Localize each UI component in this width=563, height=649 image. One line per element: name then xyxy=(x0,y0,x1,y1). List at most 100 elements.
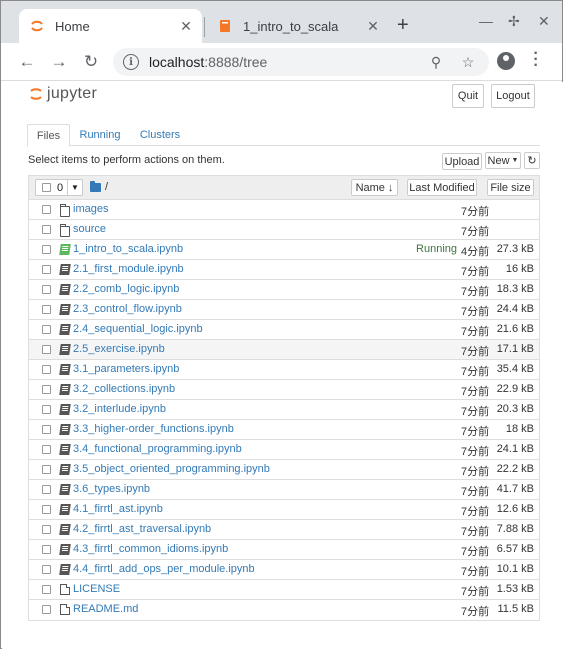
item-name-link[interactable]: 4.1_firrtl_ast.ipynb xyxy=(73,503,163,515)
selected-count: 0 xyxy=(57,181,64,194)
item-checkbox[interactable] xyxy=(42,465,51,474)
list-item[interactable]: 4.4_firrtl_add_ops_per_module.ipynb 7分前 10… xyxy=(29,560,539,580)
item-checkbox[interactable] xyxy=(42,585,51,594)
item-name-link[interactable]: 2.1_first_module.ipynb xyxy=(73,263,184,275)
item-name-link[interactable]: 2.4_sequential_logic.ipynb xyxy=(73,323,203,335)
item-name-link[interactable]: 3.1_parameters.ipynb xyxy=(73,363,179,375)
new-button[interactable]: New ▼ xyxy=(485,152,521,169)
item-name-link[interactable]: 2.2_comb_logic.ipynb xyxy=(73,283,179,295)
browser-tab-notebook[interactable]: 1_intro_to_scala ✕ xyxy=(207,9,389,43)
item-name-link[interactable]: README.md xyxy=(73,603,138,615)
close-tab-icon[interactable]: ✕ xyxy=(176,18,196,35)
select-all-control[interactable]: 0 ▼ xyxy=(35,179,83,196)
item-name-link[interactable]: 3.2_collections.ipynb xyxy=(73,383,175,395)
item-checkbox[interactable] xyxy=(42,565,51,574)
breadcrumb[interactable]: / xyxy=(90,180,108,193)
item-checkbox[interactable] xyxy=(42,485,51,494)
list-item[interactable]: 4.2_firrtl_ast_traversal.ipynb 7分前 7.88 kB xyxy=(29,520,539,540)
list-item[interactable]: 3.3_higher-order_functions.ipynb 7分前 18 kB xyxy=(29,420,539,440)
list-item[interactable]: 3.4_functional_programming.ipynb 7分前 24.1 … xyxy=(29,440,539,460)
item-name-link[interactable]: 4.4_firrtl_add_ops_per_module.ipynb xyxy=(73,563,255,575)
browser-tab-home[interactable]: Home ✕ xyxy=(19,9,202,43)
item-name-link[interactable]: LICENSE xyxy=(73,583,120,595)
item-checkbox[interactable] xyxy=(42,285,51,294)
menu-icon[interactable]: · · · xyxy=(531,46,541,74)
item-name-link[interactable]: 3.4_functional_programming.ipynb xyxy=(73,443,242,455)
item-checkbox[interactable] xyxy=(42,205,51,214)
new-tab-button[interactable]: + xyxy=(397,14,409,37)
item-name-link[interactable]: source xyxy=(73,223,106,235)
list-item[interactable]: 2.2_comb_logic.ipynb 7分前 18.3 kB xyxy=(29,280,539,300)
item-checkbox[interactable] xyxy=(42,605,51,614)
item-checkbox[interactable] xyxy=(42,525,51,534)
upload-button[interactable]: Upload xyxy=(442,153,482,170)
list-item[interactable]: 3.2_interlude.ipynb 7分前 20.3 kB xyxy=(29,400,539,420)
forward-icon[interactable]: → xyxy=(48,51,70,73)
item-name-link[interactable]: 4.3_firrtl_common_idioms.ipynb xyxy=(73,543,228,555)
item-name-link[interactable]: 2.5_exercise.ipynb xyxy=(73,343,165,355)
item-name-link[interactable]: 4.2_firrtl_ast_traversal.ipynb xyxy=(73,523,211,535)
reload-icon[interactable]: ↻ xyxy=(80,51,102,73)
minimize-icon[interactable]: — xyxy=(479,13,493,29)
item-name-link[interactable]: 2.3_control_flow.ipynb xyxy=(73,303,182,315)
info-icon[interactable]: i xyxy=(123,54,139,70)
list-item[interactable]: LICENSE 7分前 1.53 kB xyxy=(29,580,539,600)
item-name-link[interactable]: 3.3_higher-order_functions.ipynb xyxy=(73,423,234,435)
list-item[interactable]: README.md 7分前 11.5 kB xyxy=(29,600,539,620)
item-checkbox[interactable] xyxy=(42,365,51,374)
item-name-link[interactable]: 3.2_interlude.ipynb xyxy=(73,403,166,415)
url-text[interactable]: localhost:8888/tree xyxy=(149,54,425,70)
close-tab-icon[interactable]: ✕ xyxy=(363,18,383,35)
item-checkbox[interactable] xyxy=(42,545,51,554)
list-item[interactable]: 3.2_collections.ipynb 7分前 22.9 kB xyxy=(29,380,539,400)
item-checkbox[interactable] xyxy=(42,225,51,234)
list-item[interactable]: 4.1_firrtl_ast.ipynb 7分前 12.6 kB xyxy=(29,500,539,520)
select-all-checkbox[interactable] xyxy=(42,183,51,192)
list-item[interactable]: 2.3_control_flow.ipynb 7分前 24.4 kB xyxy=(29,300,539,320)
list-item[interactable]: 2.4_sequential_logic.ipynb 7分前 21.6 kB xyxy=(29,320,539,340)
back-icon[interactable]: ← xyxy=(16,51,38,73)
list-item[interactable]: 3.1_parameters.ipynb 7分前 35.4 kB xyxy=(29,360,539,380)
item-name-link[interactable]: 1_intro_to_scala.ipynb xyxy=(73,243,183,255)
item-checkbox[interactable] xyxy=(42,405,51,414)
address-bar[interactable]: i localhost:8888/tree ⚲ ☆ xyxy=(113,48,489,76)
notebook-icon xyxy=(59,284,71,295)
list-item[interactable]: source 7分前 xyxy=(29,220,539,240)
star-icon[interactable]: ☆ xyxy=(457,54,479,71)
list-item[interactable]: 3.6_types.ipynb 7分前 41.7 kB xyxy=(29,480,539,500)
item-checkbox[interactable] xyxy=(42,445,51,454)
maximize-icon[interactable]: ✢ xyxy=(508,13,520,30)
tab-files[interactable]: Files xyxy=(27,124,70,147)
item-checkbox[interactable] xyxy=(42,305,51,314)
logout-button[interactable]: Logout xyxy=(491,84,535,108)
list-item[interactable]: 3.5_object_oriented_programming.ipynb 7分前… xyxy=(29,460,539,480)
list-item[interactable]: 2.1_first_module.ipynb 7分前 16 kB xyxy=(29,260,539,280)
item-checkbox[interactable] xyxy=(42,345,51,354)
sort-last-modified-button[interactable]: Last Modified xyxy=(407,179,477,196)
list-item[interactable]: 1_intro_to_scala.ipynb Running 4分前 27.3 kB xyxy=(29,240,539,260)
tab-clusters[interactable]: Clusters xyxy=(135,124,185,146)
item-checkbox[interactable] xyxy=(42,245,51,254)
tab-running[interactable]: Running xyxy=(74,124,126,146)
list-item[interactable]: 2.5_exercise.ipynb 7分前 17.1 kB xyxy=(29,340,539,360)
item-name-link[interactable]: images xyxy=(73,203,108,215)
item-checkbox[interactable] xyxy=(42,505,51,514)
chevron-down-icon[interactable]: ▼ xyxy=(67,180,82,195)
close-window-icon[interactable]: ✕ xyxy=(538,13,550,30)
refresh-button[interactable]: ↻ xyxy=(524,152,540,169)
item-name-link[interactable]: 3.6_types.ipynb xyxy=(73,483,150,495)
item-checkbox[interactable] xyxy=(42,385,51,394)
sort-name-button[interactable]: Name ↓ xyxy=(351,179,398,196)
quit-button[interactable]: Quit xyxy=(452,84,484,108)
zoom-out-icon[interactable]: ⚲ xyxy=(425,54,447,71)
list-item[interactable]: images 7分前 xyxy=(29,200,539,220)
list-item[interactable]: 4.3_firrtl_common_idioms.ipynb 7分前 6.57 kB xyxy=(29,540,539,560)
file-icon xyxy=(60,584,70,595)
jupyter-logo[interactable]: jupyter xyxy=(29,85,97,103)
item-checkbox[interactable] xyxy=(42,325,51,334)
profile-icon[interactable] xyxy=(497,52,515,70)
item-checkbox[interactable] xyxy=(42,425,51,434)
sort-file-size-button[interactable]: File size xyxy=(487,179,534,196)
item-name-link[interactable]: 3.5_object_oriented_programming.ipynb xyxy=(73,463,270,475)
item-checkbox[interactable] xyxy=(42,265,51,274)
